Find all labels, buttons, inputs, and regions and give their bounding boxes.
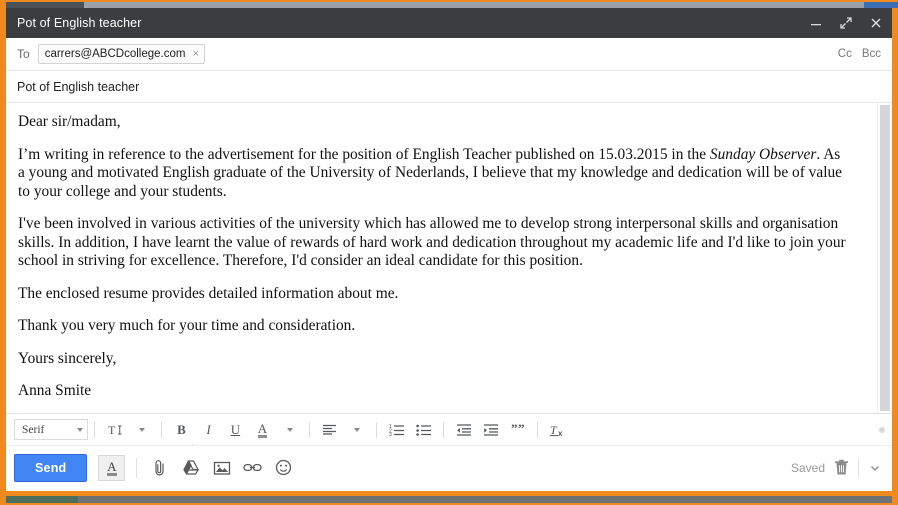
text-color-caret[interactable] [276,419,303,440]
body-paragraph-1: I’m writing in reference to the advertis… [18,146,850,202]
svg-text:3: 3 [389,432,392,436]
publication-name: Sunday Observer [710,146,816,163]
toolbar-divider [309,422,310,438]
window-controls [808,8,884,38]
compose-action-bar: Send A [6,445,892,489]
compose-window: Pot of English teacher [6,8,892,491]
bcc-button[interactable]: Bcc [862,48,881,60]
insert-emoji-icon[interactable] [270,455,297,481]
bottom-scrollbar[interactable] [6,496,892,503]
insert-from-drive-icon[interactable] [177,455,204,481]
close-icon[interactable] [868,15,884,31]
message-body-editor[interactable]: Dear sir/madam, I’m writing in reference… [6,103,862,413]
numbered-list-button[interactable]: 1 2 3 [383,419,410,440]
chevron-down-icon [77,428,83,432]
toolbar-overflow-dot [879,427,885,433]
body-greeting: Dear sir/madam, [18,113,850,132]
text-color-button[interactable]: A [249,419,276,440]
text-color-icon: A [258,422,267,438]
chevron-down-icon [139,428,145,432]
toolbar-divider [537,422,538,438]
trash-icon[interactable] [834,459,849,476]
saved-status: Saved [791,461,825,475]
attach-file-icon[interactable] [146,455,173,481]
italic-button[interactable]: I [195,419,222,440]
remove-formatting-button[interactable]: T x [544,419,571,440]
underline-button[interactable]: U [222,419,249,440]
svg-text:”: ” [518,423,525,436]
subject-input[interactable]: Pot of English teacher [17,80,139,94]
quote-button[interactable]: ” ” [504,419,531,440]
body-signature: Anna Smite [18,382,850,401]
expand-icon[interactable] [838,15,854,31]
body-vertical-scrollbar[interactable] [877,103,892,413]
formatting-a-icon: A [107,460,116,476]
send-button[interactable]: Send [14,454,87,482]
subject-row[interactable]: Pot of English teacher [6,71,892,103]
svg-text:”: ” [511,423,518,436]
message-body-area: Dear sir/madam, I’m writing in reference… [6,103,892,413]
body-scrollbar-thumb[interactable] [880,105,890,411]
recipient-chip[interactable]: carrers@ABCDcollege.com × [38,44,205,64]
minimize-icon[interactable] [808,15,824,31]
insert-photo-icon[interactable] [208,455,235,481]
align-button[interactable] [316,419,343,440]
bulleted-list-button[interactable] [410,419,437,440]
action-divider [858,459,859,477]
formatting-toolbar: Serif T B I U A [6,413,892,445]
screen-frame: Pot of English teacher [0,0,898,505]
chevron-down-icon [354,428,360,432]
cc-button[interactable]: Cc [838,48,852,60]
font-family-select[interactable]: Serif [14,419,88,440]
toolbar-divider [376,422,377,438]
action-divider [136,458,137,478]
indent-less-button[interactable] [450,419,477,440]
toolbar-divider [443,422,444,438]
remove-recipient-icon[interactable]: × [192,49,198,60]
insert-link-icon[interactable] [239,455,266,481]
body-paragraph-2: I've been involved in various activities… [18,215,850,271]
formatting-options-button[interactable]: A [98,455,125,481]
chevron-down-icon [287,428,293,432]
action-bar-right: Saved [791,459,882,477]
font-family-value: Serif [22,424,44,436]
body-paragraph-4: Thank you very much for your time and co… [18,317,850,336]
compose-window-title: Pot of English teacher [6,16,142,30]
svg-text:T: T [550,423,558,437]
to-label: To [17,47,30,61]
bottom-scrollbar-thumb[interactable] [6,496,78,503]
bold-button[interactable]: B [168,419,195,440]
recipient-address: carrers@ABCDcollege.com [45,48,186,60]
recipient-row[interactable]: To carrers@ABCDcollege.com × Cc Bcc [6,38,892,71]
cc-bcc-group: Cc Bcc [838,48,881,60]
body-closing: Yours sincerely, [18,350,850,369]
svg-text:x: x [558,429,563,437]
align-caret[interactable] [343,419,370,440]
body-paragraph-3: The enclosed resume provides detailed in… [18,285,850,304]
indent-more-button[interactable] [477,419,504,440]
font-size-button[interactable]: T [101,419,128,440]
toolbar-divider [161,422,162,438]
more-options-icon[interactable] [868,463,882,473]
toolbar-divider [94,422,95,438]
compose-titlebar: Pot of English teacher [6,8,892,38]
font-size-caret[interactable] [128,419,155,440]
svg-text:T: T [108,423,116,437]
paragraph-1-part-1: I’m writing in reference to the advertis… [18,146,710,163]
